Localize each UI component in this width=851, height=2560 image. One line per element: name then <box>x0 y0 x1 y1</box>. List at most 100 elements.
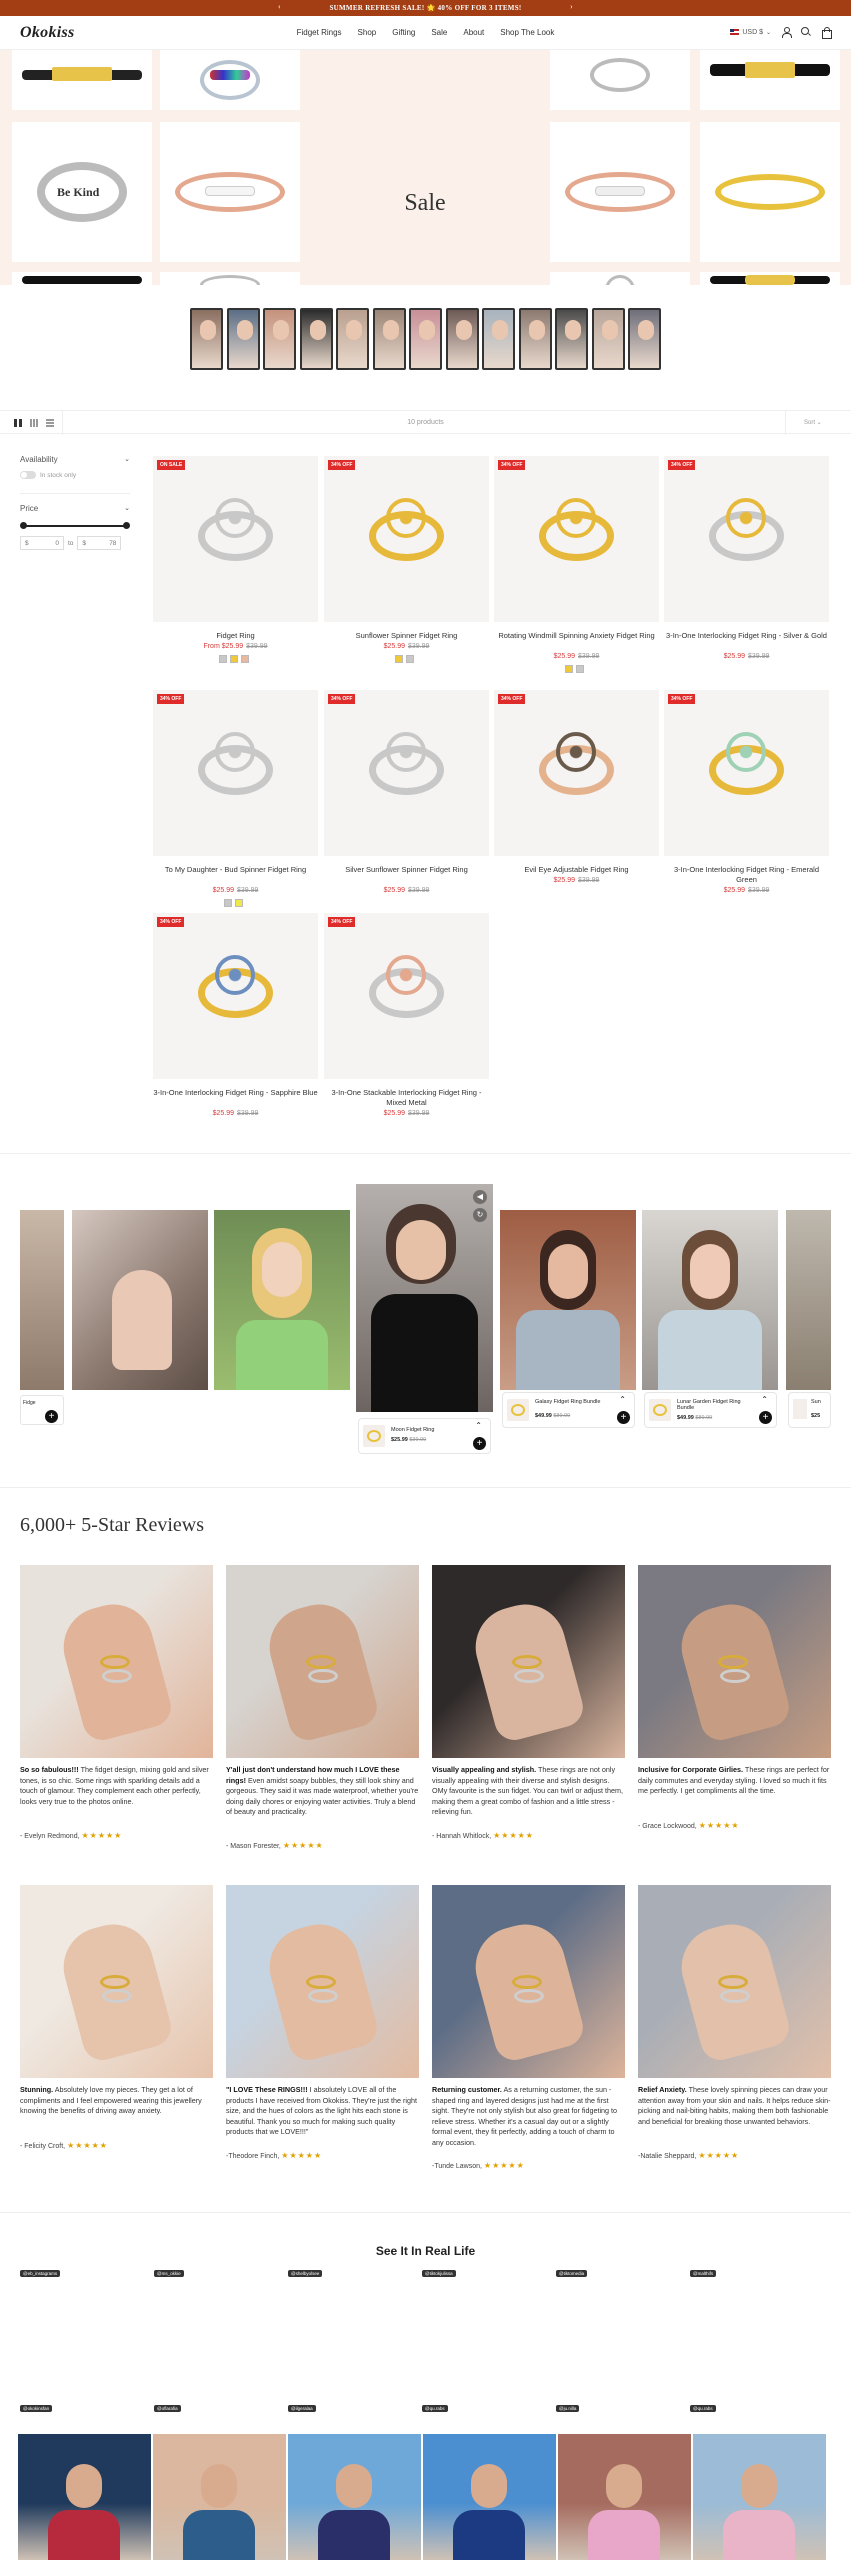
review-photo[interactable] <box>226 1565 419 1758</box>
irl-tag[interactable]: @malthifs <box>690 2270 717 2277</box>
nav-sale[interactable]: Sale <box>431 28 447 37</box>
account-icon[interactable] <box>781 27 792 38</box>
video-card-brunette-woman[interactable] <box>500 1210 636 1390</box>
price-to-field[interactable]: $78 <box>77 536 122 550</box>
product-image[interactable]: 34% OFF <box>324 913 489 1079</box>
hero-sale-label[interactable]: Sale <box>300 190 550 217</box>
hero-tile-bracelet-be-kind-1[interactable] <box>12 50 152 110</box>
irl-tag[interactable]: @okokinsfan <box>20 2405 53 2412</box>
hero-tile-row3-4[interactable] <box>700 272 840 285</box>
color-swatch[interactable] <box>565 665 573 673</box>
video-card-partial-right[interactable] <box>786 1210 831 1390</box>
irl-tag[interactable]: @ilgeralaa <box>288 2405 316 2412</box>
hero-tile-rose-bracelet[interactable] <box>160 122 300 262</box>
nav-about[interactable]: About <box>463 28 484 37</box>
nav-shop-the-look[interactable]: Shop The Look <box>500 28 554 37</box>
video-product-card-lunar[interactable]: Lunar Garden Fidget Ring Bundle $49.99 $… <box>644 1392 777 1428</box>
product-image[interactable]: 34% OFF <box>153 913 318 1079</box>
video-card-blonde-woman[interactable] <box>214 1210 350 1390</box>
announcement-next-arrow[interactable]: › <box>570 2 573 11</box>
add-to-cart-button[interactable]: + <box>617 1411 630 1424</box>
review-photo[interactable] <box>638 1565 831 1758</box>
slider-handle-min[interactable] <box>20 522 27 529</box>
nav-shop[interactable]: Shop <box>358 28 377 37</box>
irl-photo[interactable] <box>288 2434 421 2560</box>
review-photo[interactable] <box>20 1885 213 2078</box>
irl-tag[interactable]: @qu.rabs <box>422 2405 448 2412</box>
video-product-card-sun[interactable]: Sun $25 <box>788 1392 831 1428</box>
video-product-card-galaxy[interactable]: Galaxy Fidget Ring Bundle $49.99 $89.99 … <box>502 1392 635 1428</box>
ugc-thumbnail[interactable] <box>263 308 296 370</box>
mute-icon[interactable]: ◀ <box>473 1190 487 1204</box>
irl-tag[interactable]: @shelbyolsee <box>288 2270 323 2277</box>
in-stock-toggle[interactable]: In stock only <box>20 471 130 479</box>
irl-tag[interactable]: @tiktomedia <box>556 2270 588 2277</box>
product-image[interactable]: 34% OFF <box>324 456 489 622</box>
irl-photo[interactable] <box>423 2434 556 2560</box>
ugc-thumbnail[interactable] <box>409 308 442 370</box>
hero-tile-silver-ring[interactable] <box>550 50 690 110</box>
ugc-thumbnail[interactable] <box>336 308 369 370</box>
ugc-thumbnail[interactable] <box>555 308 588 370</box>
ugc-thumbnail[interactable] <box>190 308 223 370</box>
review-photo[interactable] <box>432 1885 625 2078</box>
currency-selector[interactable]: USD $ ⌄ <box>730 29 771 36</box>
hero-tile-black-gold-bracelet[interactable] <box>700 50 840 110</box>
product-title[interactable]: To My Daughter - Bud Spinner Fidget Ring <box>153 865 318 875</box>
irl-tag[interactable]: @ju.nilla <box>556 2405 580 2412</box>
hero-tile-bracelet-charms[interactable] <box>160 50 300 110</box>
product-title[interactable]: Evil Eye Adjustable Fidget Ring <box>494 865 659 875</box>
irl-photo[interactable] <box>693 2434 826 2560</box>
irl-tag[interactable]: @tiktokjulissa <box>422 2270 456 2277</box>
add-to-cart-button[interactable]: + <box>473 1437 486 1450</box>
review-photo[interactable] <box>226 1885 419 2078</box>
product-image[interactable]: 34% OFF <box>324 690 489 856</box>
review-photo[interactable] <box>432 1565 625 1758</box>
ugc-thumbnail[interactable] <box>591 308 625 370</box>
ugc-thumbnail[interactable] <box>372 308 406 370</box>
add-to-cart-button[interactable]: + <box>759 1411 772 1424</box>
price-from-field[interactable]: $0 <box>20 536 64 550</box>
announcement-text[interactable]: SUMMER REFRESH SALE! 🌟 40% OFF FOR 3 ITE… <box>329 4 521 12</box>
price-range-slider[interactable] <box>20 520 130 532</box>
irl-tag[interactable]: @ms_okkie <box>154 2270 184 2277</box>
video-card-hand-rings[interactable] <box>72 1210 208 1390</box>
hero-tile-be-kind-ring[interactable]: Be Kind <box>12 122 152 262</box>
color-swatch[interactable] <box>240 655 249 663</box>
chevron-up-icon[interactable]: ⌃ <box>761 1395 768 1404</box>
product-title[interactable]: Sunflower Spinner Fidget Ring <box>324 631 489 641</box>
irl-tag[interactable]: @oflarafia <box>154 2405 181 2412</box>
review-photo[interactable] <box>20 1565 213 1758</box>
product-title[interactable]: Fidget Ring <box>153 631 318 641</box>
irl-tag[interactable]: @qu.rabs <box>690 2405 716 2412</box>
slider-handle-max[interactable] <box>123 522 130 529</box>
sort-dropdown[interactable]: Sort ⌄ <box>804 419 822 426</box>
product-title[interactable]: 3-In-One Stackable Interlocking Fidget R… <box>324 1088 489 1108</box>
irl-tag[interactable]: @eb_instagrams <box>20 2270 61 2277</box>
ugc-thumbnail[interactable] <box>299 308 333 370</box>
product-image[interactable]: 34% OFF <box>664 690 829 856</box>
irl-photo[interactable] <box>558 2434 691 2560</box>
product-image[interactable]: 34% OFF <box>153 690 318 856</box>
product-title[interactable]: Rotating Windmill Spinning Anxiety Fidge… <box>494 631 659 641</box>
color-swatch[interactable] <box>235 899 243 907</box>
irl-photo[interactable] <box>18 2434 151 2560</box>
product-image[interactable]: 34% OFF <box>664 456 829 622</box>
hero-tile-rose-bracelet-2[interactable] <box>550 122 690 262</box>
add-to-cart-button[interactable]: + <box>45 1410 58 1423</box>
product-title[interactable]: 3-In-One Interlocking Fidget Ring - Sapp… <box>153 1088 318 1098</box>
cart-icon[interactable] <box>821 27 832 39</box>
video-card-partial-left[interactable] <box>20 1210 64 1390</box>
color-swatch[interactable] <box>218 655 227 663</box>
color-swatch[interactable] <box>224 899 232 907</box>
hero-tile-gold-cuff[interactable] <box>700 122 840 262</box>
product-image[interactable]: 34% OFF <box>494 456 659 622</box>
product-title[interactable]: 3-In-One Interlocking Fidget Ring - Emer… <box>664 865 829 885</box>
ugc-thumbnail[interactable] <box>518 308 552 370</box>
hero-tile-row3-1[interactable] <box>12 272 152 285</box>
product-image[interactable]: ON SALE <box>153 456 318 622</box>
color-swatch[interactable] <box>395 655 403 663</box>
ugc-thumbnail[interactable] <box>445 308 479 370</box>
product-title[interactable]: 3-In-One Interlocking Fidget Ring - Silv… <box>664 631 829 641</box>
video-product-card-moon[interactable]: Moon Fidget Ring $25.99 $39.99 ⌃ + <box>358 1418 491 1454</box>
